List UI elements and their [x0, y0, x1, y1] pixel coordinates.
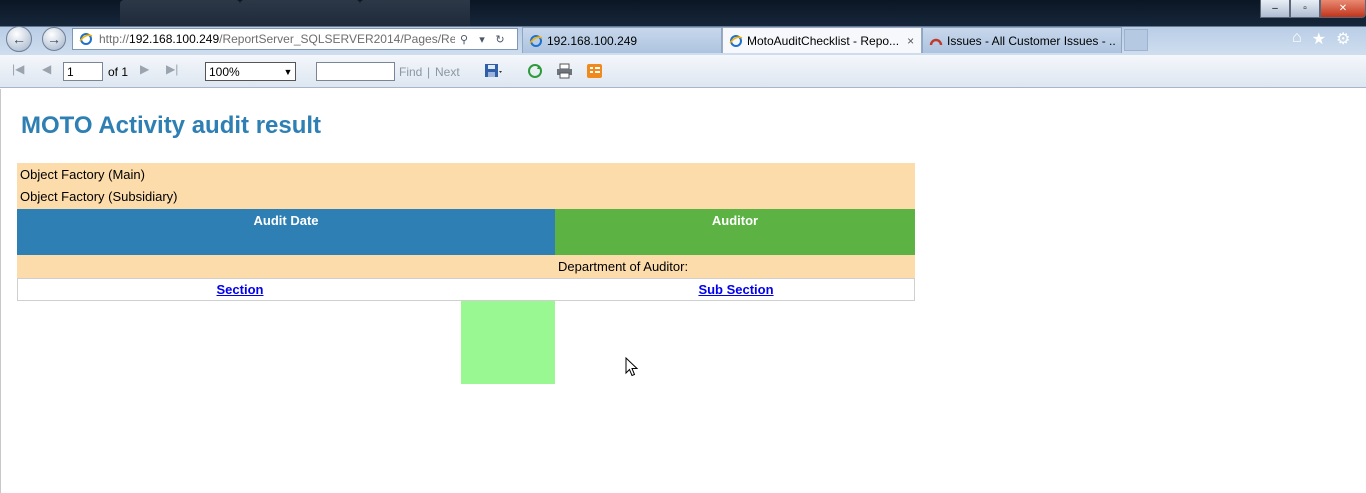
object-factory-subsidiary-label: Object Factory (Subsidiary)	[20, 189, 178, 204]
chevron-down-icon: ▼	[283, 66, 293, 77]
object-factory-main-label: Object Factory (Main)	[20, 167, 145, 182]
first-page-icon[interactable]: |◀	[12, 62, 24, 76]
previous-page-icon[interactable]: ◀	[42, 62, 51, 76]
auditor-header: Auditor	[555, 209, 915, 255]
minimize-button[interactable]: –	[1260, 0, 1290, 18]
home-icon[interactable]: ⌂	[1292, 29, 1302, 49]
background-window	[120, 0, 240, 26]
tab-customer-issues[interactable]: Issues - All Customer Issues - ...	[922, 27, 1122, 53]
browser-chrome: – ▫ ✕ ← → http://192.168.100.249/ReportS…	[0, 0, 1366, 55]
page-number-input[interactable]	[63, 62, 103, 81]
tab-ip-address[interactable]: 192.168.100.249	[522, 27, 722, 53]
section-sort-link[interactable]: Section	[18, 282, 462, 297]
ie-page-icon	[729, 34, 743, 47]
url-path: /ReportServer_SQLSERVER2014/Pages/Report…	[219, 32, 455, 46]
subsection-sort-link[interactable]: Sub Section	[556, 282, 916, 297]
background-window	[240, 0, 360, 26]
address-bar[interactable]: http://192.168.100.249/ReportServer_SQLS…	[72, 28, 518, 50]
new-tab-button[interactable]	[1124, 29, 1148, 51]
forward-button[interactable]: →	[42, 27, 66, 51]
favorites-star-icon[interactable]: ★	[1312, 29, 1326, 49]
report-toolbar: |◀ ◀ of 1 ▶ ▶| 100% ▼ Find | Next	[0, 55, 1366, 88]
url-prefix: http://	[99, 32, 130, 46]
export-save-icon[interactable]	[484, 63, 502, 79]
refresh-icon[interactable]: ↻	[491, 33, 509, 46]
refresh-report-icon[interactable]	[527, 63, 545, 79]
zoom-select[interactable]: 100% ▼	[205, 62, 296, 81]
browser-command-icons: ⌂ ★ ⚙	[1292, 29, 1350, 49]
tab-label: 192.168.100.249	[547, 33, 638, 48]
tab-label: MotoAuditChecklist - Repo...	[747, 33, 900, 48]
url-host: 192.168.100.249	[129, 32, 220, 46]
back-button[interactable]: ←	[6, 26, 32, 52]
background-windows	[0, 0, 470, 26]
last-page-icon[interactable]: ▶|	[166, 62, 178, 76]
tab-label: Issues - All Customer Issues - ...	[947, 33, 1115, 48]
background-window	[360, 0, 470, 26]
object-factory-main-row: Object Factory (Main)	[17, 163, 915, 186]
section-header-row: Section Sub Section	[17, 278, 915, 301]
mouse-cursor-icon	[625, 357, 639, 377]
issues-site-icon	[929, 38, 943, 45]
zoom-value: 100%	[209, 64, 240, 79]
window-controls: – ▫ ✕	[1260, 0, 1366, 18]
find-next-link[interactable]: Next	[435, 65, 460, 79]
page-count-label: of 1	[108, 65, 129, 79]
find-text-input[interactable]	[316, 62, 395, 81]
dropdown-arrow-icon[interactable]: ▾	[473, 33, 491, 46]
department-row: Department of Auditor:	[17, 255, 915, 278]
tools-gear-icon[interactable]: ⚙	[1336, 29, 1350, 49]
find-link[interactable]: Find	[399, 65, 422, 79]
find-separator: |	[427, 65, 431, 79]
department-of-auditor-label: Department of Auditor:	[558, 259, 689, 274]
atom-feed-icon[interactable]	[586, 63, 604, 79]
report-title: MOTO Activity audit result	[21, 112, 322, 139]
audit-date-header: Audit Date	[17, 209, 555, 255]
next-page-icon[interactable]: ▶	[140, 62, 149, 76]
address-url[interactable]: http://192.168.100.249/ReportServer_SQLS…	[99, 32, 455, 46]
search-icon[interactable]: ⚲	[455, 33, 473, 46]
object-factory-subsidiary-row: Object Factory (Subsidiary)	[17, 186, 915, 209]
close-window-button[interactable]: ✕	[1320, 0, 1366, 18]
ie-page-icon	[529, 34, 543, 47]
back-arrow-icon: ←	[12, 31, 26, 47]
close-tab-icon[interactable]: ×	[907, 34, 914, 48]
ie-logo-icon	[79, 33, 93, 45]
tab-moto-audit-checklist[interactable]: MotoAuditChecklist - Repo... ×	[722, 27, 922, 53]
report-viewport: MOTO Activity audit result Object Factor…	[0, 89, 1366, 493]
forward-arrow-icon: →	[47, 31, 61, 47]
print-icon[interactable]	[556, 63, 574, 79]
maximize-button[interactable]: ▫	[1290, 0, 1320, 18]
